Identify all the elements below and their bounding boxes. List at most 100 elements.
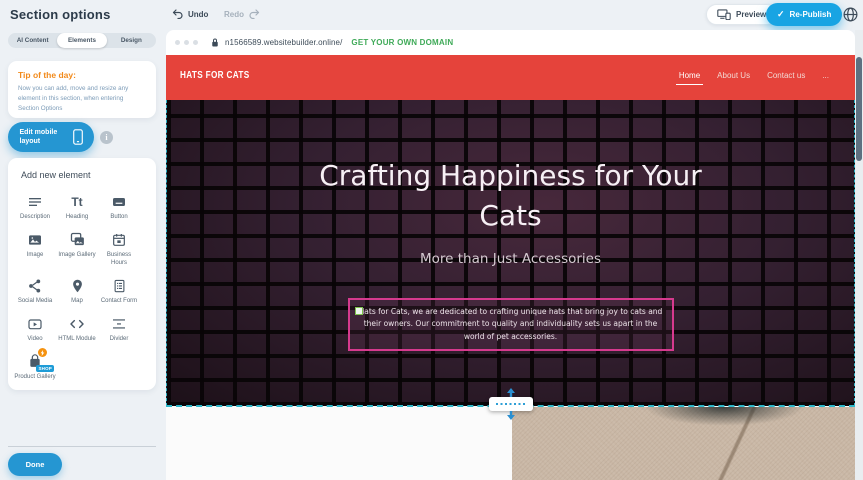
hero-heading[interactable]: Crafting Happiness for Your Cats [311,156,711,236]
element-item-image-gallery[interactable]: Image Gallery [56,225,98,271]
sidebar-divider [8,446,156,447]
tip-body: Now you can add, move and resize any ele… [18,84,146,113]
element-label: Image Gallery [58,251,95,259]
element-label: Image [27,251,44,259]
premium-badge-icon [38,348,47,357]
divider-icon [111,315,127,332]
done-label: Done [26,460,45,469]
element-item-button[interactable]: Button [98,187,140,225]
next-section-image[interactable] [512,407,855,480]
site-preview: HATS FOR CATS Home About Us Contact us .… [166,55,855,480]
scrollbar-thumb[interactable] [856,57,862,161]
element-item-map[interactable]: Map [56,271,98,309]
edit-mobile-label: Edit mobile layout [20,128,66,146]
site-header: HATS FOR CATS Home About Us Contact us .… [166,55,855,100]
element-item-heading[interactable]: Tt Heading [56,187,98,225]
element-grid: Description Tt Heading Button Image [14,187,156,386]
preview-scrollbar[interactable] [855,30,863,480]
contact-form-icon [112,277,127,294]
hero-section[interactable]: Crafting Happiness for Your Cats More th… [166,100,855,406]
editor-canvas: n1566589.websitebuilder.online/ GET YOUR… [166,30,863,480]
done-button[interactable]: Done [8,453,62,476]
video-icon [27,315,43,332]
hero-text-block[interactable]: Hats for Cats, we are dedicated to craft… [348,298,674,351]
top-toolbar: Section options Undo Redo Preview ✓ Re-P… [0,0,863,30]
check-icon: ✓ [777,9,785,20]
element-label: Button [110,213,127,221]
element-label: Video [27,335,42,343]
site-nav: Home About Us Contact us ... [679,71,829,80]
info-icon[interactable]: i [100,131,113,144]
section-options-sidebar: AI Content Elements Design Tip of the da… [0,30,166,480]
map-pin-icon [70,277,85,294]
element-item-description[interactable]: Description [14,187,56,225]
element-label: Product Gallery [14,373,55,381]
nav-home[interactable]: Home [679,71,700,80]
hero-paragraph: Hats for Cats, we are dedicated to craft… [358,306,664,343]
business-hours-icon [111,231,127,248]
image-icon [27,231,43,248]
element-item-video[interactable]: Video [14,309,56,347]
get-domain-link[interactable]: GET YOUR OWN DOMAIN [351,38,453,47]
tab-design[interactable]: Design [107,33,156,48]
undo-icon [172,9,184,19]
section-resize-handle[interactable] [489,397,533,411]
browser-dot [184,40,189,45]
preview-label: Preview [736,10,766,19]
nav-contact-us[interactable]: Contact us [767,71,805,80]
element-item-social-media[interactable]: Social Media [14,271,56,309]
element-item-business-hours[interactable]: Business Hours [98,225,140,271]
republish-button[interactable]: ✓ Re-Publish [766,3,842,26]
hero-subheading[interactable]: More than Just Accessories [311,251,711,267]
element-item-contact-form[interactable]: Contact Form [98,271,140,309]
heading-icon: Tt [71,193,82,210]
element-item-html-module[interactable]: HTML Module [56,309,98,347]
html-module-icon [69,315,85,332]
element-label: Description [20,213,50,221]
tab-label: AI Content [17,37,49,44]
element-item-product-gallery[interactable]: SHOP Product Gallery [14,347,56,385]
panel-title: Section options [10,7,111,22]
mobile-phone-icon [73,129,83,145]
undo-button[interactable]: Undo [172,9,208,19]
globe-icon [842,6,859,23]
devices-icon [717,9,731,20]
element-item-image[interactable]: Image [14,225,56,271]
browser-dot [193,40,198,45]
tip-of-the-day-card: Tip of the day: Now you can add, move an… [8,61,156,118]
tab-ai-content[interactable]: AI Content [8,33,57,48]
tab-elements[interactable]: Elements [57,33,106,48]
browser-chrome-bar: n1566589.websitebuilder.online/ GET YOUR… [166,30,855,55]
sidebar-tabs: AI Content Elements Design [8,33,156,48]
tip-title: Tip of the day: [18,70,146,80]
element-label: Business Hours [98,251,140,267]
republish-label: Re-Publish [790,10,832,19]
element-label: Contact Form [101,297,137,305]
button-icon [111,193,127,210]
nav-about-us[interactable]: About Us [717,71,750,80]
resize-arrow-down-icon [506,411,516,420]
lock-icon [211,37,219,48]
image-gallery-icon [69,231,86,248]
language-globe-button[interactable] [842,6,859,23]
resize-arrow-up-icon [506,388,516,397]
redo-label: Redo [224,10,244,19]
element-label: Heading [66,213,88,221]
redo-icon [248,9,260,19]
redo-button[interactable]: Redo [224,9,260,19]
site-url[interactable]: n1566589.websitebuilder.online/ [225,38,342,47]
element-item-divider[interactable]: Divider [98,309,140,347]
site-logo[interactable]: HATS FOR CATS [180,70,250,81]
description-icon [27,193,43,210]
nav-more[interactable]: ... [822,71,829,80]
drag-dots-icon [496,403,526,406]
browser-dots [175,40,198,45]
element-label: Map [71,297,83,305]
shop-tag: SHOP [36,365,54,372]
element-label: Social Media [18,297,52,305]
tab-label: Design [121,37,142,44]
element-selection-handle[interactable] [355,307,363,315]
edit-mobile-layout-button[interactable]: Edit mobile layout [8,122,94,152]
undo-label: Undo [188,10,208,19]
element-label: HTML Module [58,335,95,343]
